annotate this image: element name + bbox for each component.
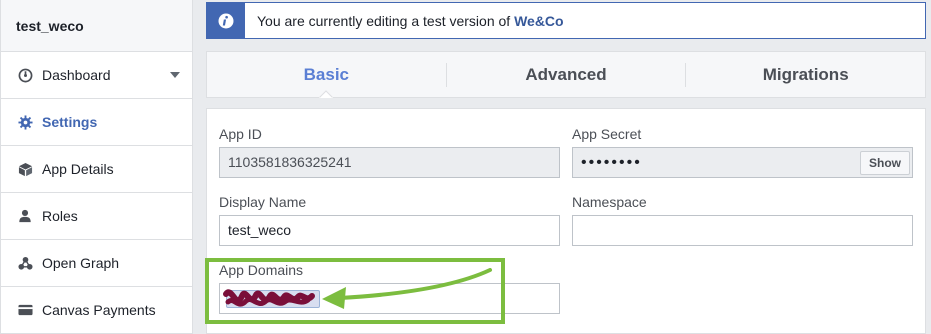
box-icon	[17, 161, 33, 177]
sidebar-item-label: Dashboard	[42, 67, 111, 83]
app-secret-value: ••••••••	[581, 154, 642, 171]
sidebar-item-roles[interactable]: Roles	[1, 193, 192, 240]
sidebar-item-label: Open Graph	[42, 255, 120, 271]
info-icon	[207, 3, 245, 38]
test-version-banner: You are currently editing a test version…	[206, 2, 926, 39]
settings-tabs: Basic Advanced Migrations	[206, 51, 926, 98]
app-id-field[interactable]: 1103581836325241	[219, 147, 560, 178]
tab-basic[interactable]: Basic	[207, 52, 446, 98]
graph-nodes-icon	[17, 255, 33, 271]
sidebar-item-label: App Details	[42, 161, 114, 177]
display-name-label: Display Name	[219, 194, 307, 210]
sidebar: test_weco Dashboard Settings App Details…	[0, 0, 193, 334]
tab-label: Advanced	[525, 64, 607, 84]
sidebar-item-label: Settings	[42, 114, 98, 130]
sidebar-item-app-details[interactable]: App Details	[1, 146, 192, 193]
dashboard-icon	[17, 67, 33, 83]
sidebar-item-settings[interactable]: Settings	[1, 99, 192, 146]
display-name-field[interactable]: test_weco	[219, 215, 560, 246]
app-id-label: App ID	[219, 126, 262, 142]
namespace-field[interactable]	[572, 215, 913, 246]
chevron-down-icon[interactable]	[170, 72, 180, 78]
banner-text: You are currently editing a test version…	[257, 12, 515, 29]
sidebar-item-label: Canvas Payments	[42, 302, 156, 318]
redaction-scribble	[223, 289, 315, 307]
sidebar-item-canvas-payments[interactable]: Canvas Payments	[1, 287, 192, 334]
banner-app-link[interactable]: We&Co	[514, 13, 564, 29]
show-secret-button[interactable]: Show	[860, 151, 910, 175]
namespace-label: Namespace	[572, 194, 647, 210]
app-secret-label: App Secret	[572, 126, 642, 142]
tab-migrations[interactable]: Migrations	[686, 52, 925, 97]
tab-label: Migrations	[762, 64, 849, 84]
annotation-arrow-icon	[322, 268, 492, 309]
sidebar-item-dashboard[interactable]: Dashboard	[1, 52, 192, 99]
card-icon	[17, 302, 33, 318]
app-domains-label: App Domains	[219, 262, 304, 278]
person-icon	[17, 208, 33, 224]
sidebar-item-label: Roles	[42, 208, 78, 224]
tab-label: Basic	[303, 64, 350, 84]
gear-icon	[17, 114, 33, 130]
tab-advanced[interactable]: Advanced	[447, 52, 686, 97]
active-tab-notch	[319, 90, 334, 98]
sidebar-app-name[interactable]: test_weco	[1, 0, 192, 52]
sidebar-item-open-graph[interactable]: Open Graph	[1, 240, 192, 287]
